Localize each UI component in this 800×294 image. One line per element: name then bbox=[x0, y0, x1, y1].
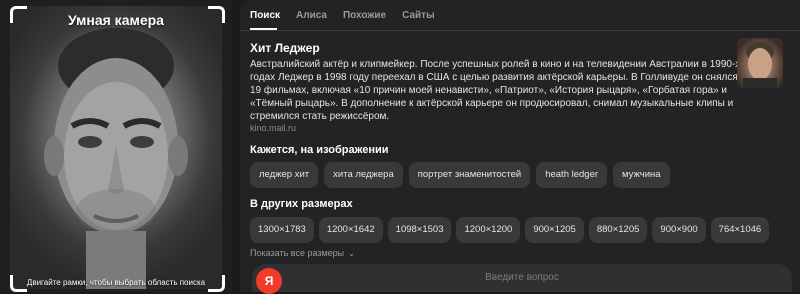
ask-question-bar[interactable]: Я Введите вопрос bbox=[252, 264, 792, 294]
size-chip[interactable]: 764×1046 bbox=[710, 217, 770, 243]
tab-sites[interactable]: Сайты bbox=[402, 10, 435, 21]
thumbnail-face bbox=[743, 42, 777, 88]
seems-section-title: Кажется, на изображении bbox=[250, 144, 389, 156]
results-panel: Поиск Алиса Похожие Сайты Хит Леджер Авс… bbox=[240, 0, 800, 294]
entity-description: Австралийский актёр и клипмейкер. После … bbox=[250, 59, 746, 122]
entity-thumbnail[interactable] bbox=[737, 38, 783, 88]
seems-chip[interactable]: heath ledger bbox=[536, 162, 608, 188]
uploaded-photo[interactable] bbox=[10, 6, 222, 289]
tab-search[interactable]: Поиск bbox=[250, 10, 280, 21]
crop-handle-top-left[interactable] bbox=[10, 6, 27, 23]
size-chip[interactable]: 1200×1642 bbox=[318, 217, 383, 243]
size-chip[interactable]: 1200×1200 bbox=[456, 217, 521, 243]
seems-chip[interactable]: леджер хит bbox=[250, 162, 319, 188]
chevron-down-icon: ⌄ bbox=[348, 249, 355, 258]
tab-similar[interactable]: Похожие bbox=[343, 10, 386, 21]
tab-alice[interactable]: Алиса bbox=[296, 10, 327, 21]
size-chip[interactable]: 900×900 bbox=[652, 217, 706, 243]
ask-question-input[interactable]: Введите вопрос bbox=[252, 272, 792, 283]
sizes-section-title: В других размерах bbox=[250, 198, 353, 210]
crop-hint-text: Двигайте рамки, чтобы выбрать область по… bbox=[26, 278, 206, 287]
show-all-sizes-link[interactable]: Показать все размеры ⌄ bbox=[250, 248, 355, 258]
image-panel: Умная камера Двигайте рамки, чтобы выбра… bbox=[0, 0, 232, 292]
seems-chip[interactable]: портрет знаменитостей bbox=[408, 162, 531, 188]
entity-source-link[interactable]: kino.mail.ru bbox=[250, 123, 296, 133]
smart-camera-title: Умная камера bbox=[68, 12, 164, 28]
size-chips: 1300×1783 1200×1642 1098×1503 1200×1200 … bbox=[250, 217, 770, 243]
size-chip[interactable]: 880×1205 bbox=[588, 217, 648, 243]
face-illustration bbox=[44, 28, 188, 289]
show-all-sizes-label: Показать все размеры bbox=[250, 248, 345, 258]
size-chip[interactable]: 1098×1503 bbox=[387, 217, 452, 243]
size-chip[interactable]: 1300×1783 bbox=[250, 217, 314, 243]
seems-chips: леджер хит хита леджера портрет знаменит… bbox=[250, 162, 670, 188]
result-tabs: Поиск Алиса Похожие Сайты bbox=[250, 10, 435, 21]
size-chip[interactable]: 900×1205 bbox=[525, 217, 584, 243]
crop-handle-top-right[interactable] bbox=[208, 6, 225, 23]
tabs-divider bbox=[240, 30, 800, 31]
seems-chip[interactable]: мужчина bbox=[613, 162, 670, 188]
seems-chip[interactable]: хита леджера bbox=[324, 162, 403, 188]
entity-title[interactable]: Хит Леджер bbox=[250, 41, 320, 55]
